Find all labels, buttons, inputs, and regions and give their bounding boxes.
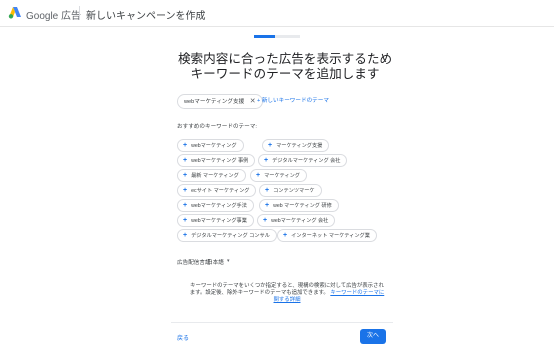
plus-icon: + <box>183 142 188 149</box>
next-button[interactable]: 次へ <box>360 329 386 344</box>
selected-keyword-label: webマーケティング支援 <box>184 99 245 105</box>
add-new-theme-link[interactable]: + 新しいキーワードのテーマ <box>257 96 329 104</box>
plus-icon: + <box>264 157 269 164</box>
top-bar: Google 広告 新しいキャンペーンを作成 <box>0 0 554 27</box>
suggestion-chip[interactable]: + デジタルマーケティング 会社 <box>258 154 348 167</box>
suggestion-chip[interactable]: + webマーケティング <box>177 139 244 152</box>
suggestions-label: おすすめのキーワードのテーマ: <box>177 124 257 130</box>
plus-icon: + <box>183 202 188 209</box>
plus-icon: + <box>183 157 188 164</box>
plus-icon: + <box>268 142 273 149</box>
selected-keyword-chip[interactable]: webマーケティング支援 ✕ <box>177 94 263 109</box>
suggestion-chip[interactable]: + webマーケティング手法 <box>177 199 254 212</box>
suggestion-chip[interactable]: + web マーケティング 研修 <box>259 199 339 212</box>
footer-divider <box>171 322 393 323</box>
suggestion-chip[interactable]: + インターネット マーケティング業 <box>277 229 377 242</box>
page-title: 新しいキャンペーンを作成 <box>86 11 206 22</box>
plus-icon: + <box>265 187 270 194</box>
plus-icon: + <box>183 217 188 224</box>
language-select[interactable]: 日本語 <box>207 258 224 266</box>
back-button[interactable]: 戻る <box>177 333 189 342</box>
suggestion-chip[interactable]: + ecサイト マーケティング <box>177 184 257 197</box>
suggestion-chip[interactable]: + webマーケティング 事例 <box>177 154 256 167</box>
help-text: キーワードのテーマをいくつか指定すると、現構の検索に対して広告が表示されます。設… <box>189 283 385 303</box>
suggestion-chip[interactable]: + デジタルマーケティング コンサル <box>177 229 277 242</box>
suggestion-chip[interactable]: + 最新 マーケティング <box>177 169 246 182</box>
brand-name: Google 広告 <box>26 11 82 22</box>
suggestion-chip[interactable]: + コンテンツマーケ <box>259 184 322 197</box>
progress-fill <box>254 35 275 38</box>
step-heading: 検索内容に合った広告を表示するためキーワードのテーマを追加します <box>177 52 393 81</box>
divider <box>79 6 80 20</box>
progress-bar <box>254 35 300 38</box>
plus-icon: + <box>183 232 188 239</box>
remove-icon[interactable]: ✕ <box>250 98 256 105</box>
dropdown-caret-icon[interactable]: ▾ <box>227 258 230 264</box>
plus-icon: + <box>183 187 188 194</box>
plus-icon: + <box>183 172 188 179</box>
suggestion-chip[interactable]: + マーケティング <box>250 169 307 182</box>
plus-icon: + <box>263 217 268 224</box>
suggestion-chip[interactable]: + マーケティング支援 <box>262 139 330 152</box>
plus-icon: + <box>256 172 261 179</box>
plus-icon: + <box>265 202 270 209</box>
suggestion-chip[interactable]: + webマーケティング 会社 <box>257 214 336 227</box>
suggestion-chip[interactable]: + webマーケティング事業 <box>177 214 254 227</box>
plus-icon: + <box>283 232 288 239</box>
google-ads-logo-icon <box>8 7 21 19</box>
